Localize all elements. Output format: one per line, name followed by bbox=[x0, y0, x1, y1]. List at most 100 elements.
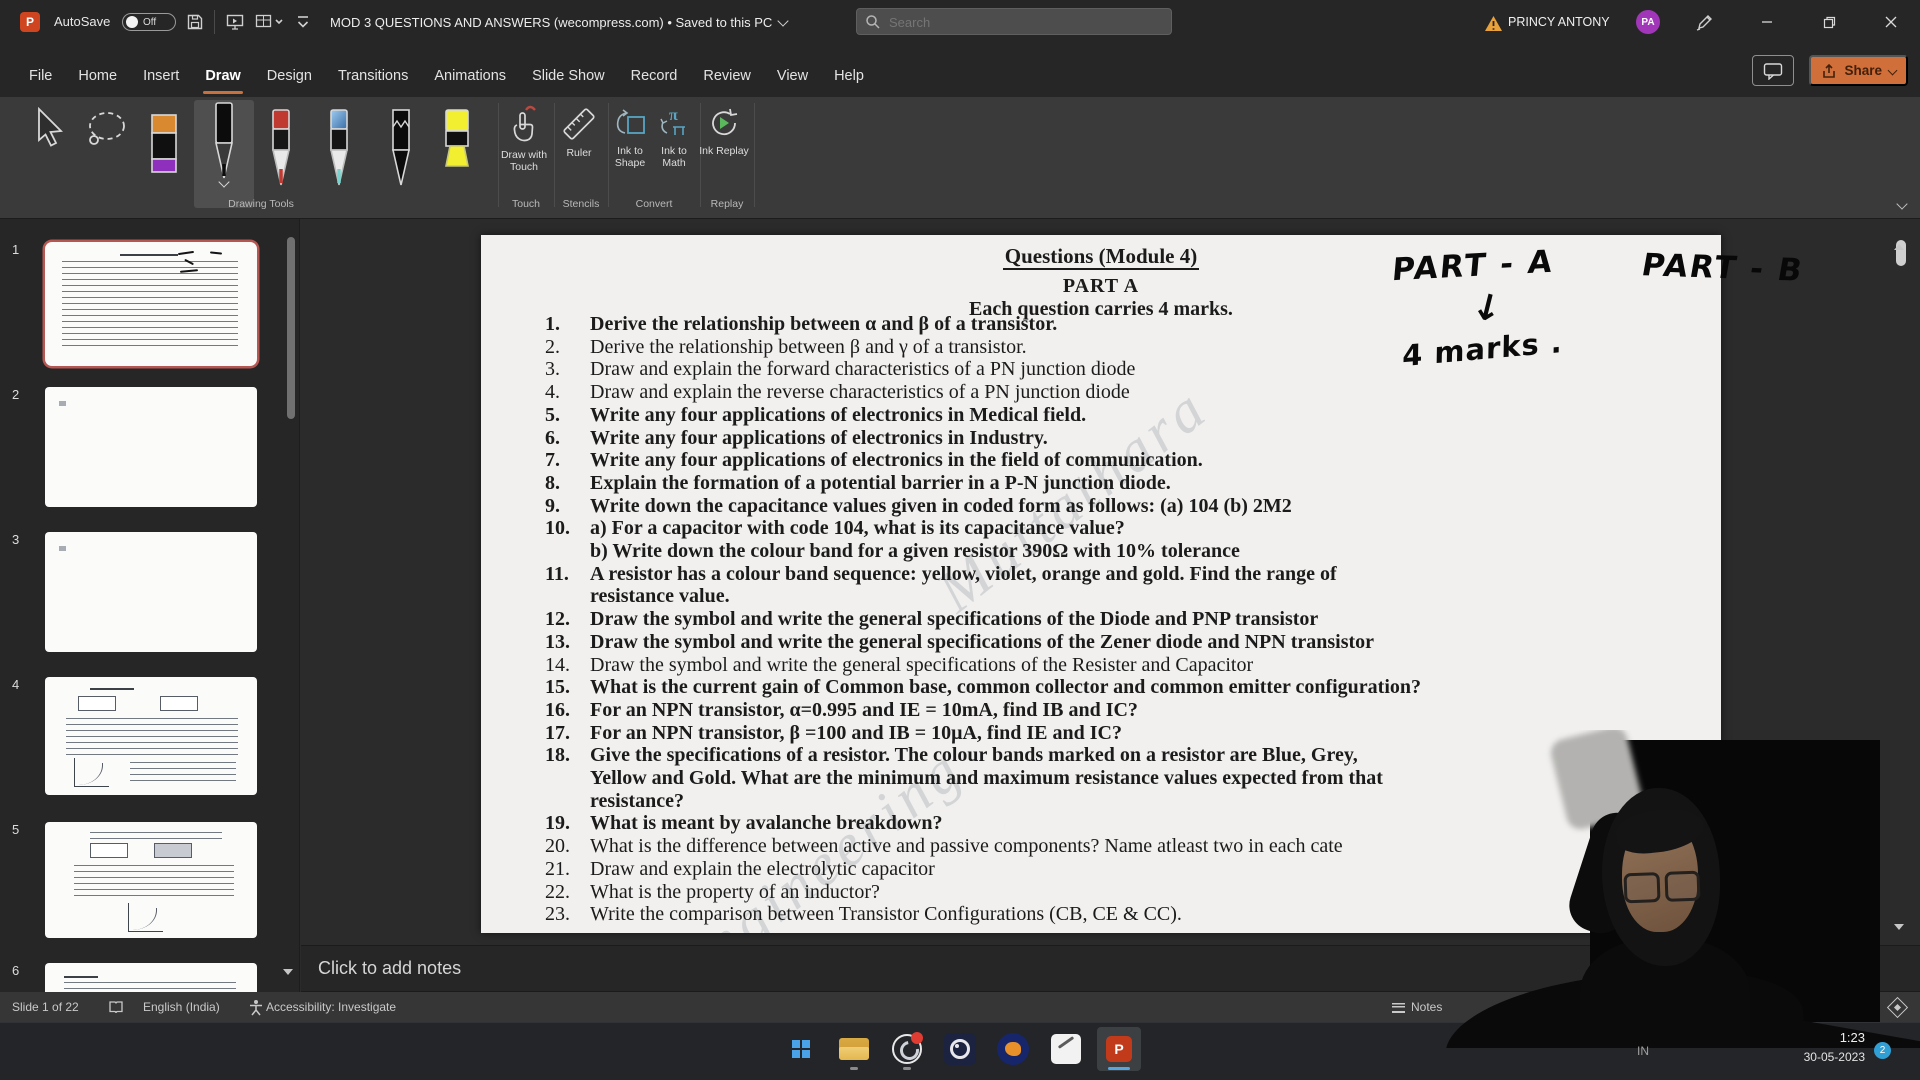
ruler-button[interactable]: Ruler bbox=[554, 105, 604, 159]
thumbnail-panel-scrollbar[interactable] bbox=[287, 237, 295, 419]
start-presentation-button[interactable] bbox=[224, 12, 246, 32]
quick-access-tool-button[interactable] bbox=[254, 12, 284, 32]
question-list: 1. Derive the relationship between α and… bbox=[545, 313, 1721, 926]
search-input[interactable] bbox=[887, 9, 1161, 36]
collapse-ribbon-button[interactable] bbox=[1898, 195, 1906, 213]
whiteboard-app-icon[interactable] bbox=[1044, 1027, 1088, 1071]
restore-button[interactable] bbox=[1804, 0, 1854, 44]
document-title[interactable]: MOD 3 QUESTIONS AND ANSWERS (wecompress.… bbox=[330, 0, 787, 44]
file-explorer-icon[interactable] bbox=[832, 1027, 876, 1071]
pen-red-tool[interactable] bbox=[268, 107, 294, 189]
thumbnail-preview bbox=[50, 537, 252, 647]
autosave-toggle[interactable]: Off bbox=[122, 13, 176, 31]
question-text: What is the property of an inductor? bbox=[590, 881, 880, 904]
webcam-app-icon[interactable] bbox=[938, 1027, 982, 1071]
accessibility-status[interactable]: Accessibility: Investigate bbox=[266, 992, 396, 1022]
close-button[interactable] bbox=[1866, 0, 1916, 44]
spellcheck-icon[interactable] bbox=[108, 992, 124, 1022]
question-row: 19. What is meant by avalanche breakdown… bbox=[545, 812, 1721, 835]
pencil-tool[interactable] bbox=[388, 107, 414, 189]
question-text: A resistor has a colour band sequence: y… bbox=[590, 563, 1337, 586]
question-number: 7. bbox=[545, 449, 590, 472]
menu-tab[interactable]: Design bbox=[254, 59, 325, 97]
start-button[interactable] bbox=[779, 1027, 823, 1071]
ink-replay-icon bbox=[706, 105, 742, 141]
slide-thumbnail-2[interactable] bbox=[45, 387, 257, 507]
menu-tab[interactable]: Review bbox=[690, 59, 764, 97]
eraser-tool[interactable] bbox=[148, 113, 180, 177]
menu-tab[interactable]: Home bbox=[65, 59, 130, 97]
media-app-icon[interactable] bbox=[991, 1027, 1035, 1071]
question-row: 10. a) For a capacitor with code 104, wh… bbox=[545, 517, 1721, 540]
menu-tab[interactable]: Record bbox=[618, 59, 691, 97]
question-row: 7. Write any four applications of electr… bbox=[545, 449, 1721, 472]
ink-to-math-button[interactable]: π Ink to Math bbox=[652, 105, 696, 169]
question-text: Draw and explain the reverse characteris… bbox=[590, 381, 1130, 404]
zoom-level[interactable]: 78% bbox=[1850, 992, 1874, 1022]
question-row: 16. For an NPN transistor, α=0.995 and I… bbox=[545, 699, 1721, 722]
question-text: Draw the symbol and write the general sp… bbox=[590, 631, 1374, 654]
notes-pane[interactable]: Click to add notes bbox=[301, 945, 1920, 992]
question-text: Give the specifications of a resistor. T… bbox=[590, 744, 1358, 767]
question-row: 12. Draw the symbol and write the genera… bbox=[545, 608, 1721, 631]
highlighter-tool[interactable] bbox=[442, 107, 472, 189]
zoom-out-button[interactable]: − bbox=[1798, 992, 1807, 1022]
comments-button[interactable] bbox=[1752, 55, 1794, 86]
question-number: 12. bbox=[545, 608, 590, 631]
pen-galaxy-tool[interactable] bbox=[326, 107, 352, 189]
thumbnail-scroll-down-button[interactable] bbox=[283, 975, 293, 992]
fit-slide-to-window-button[interactable] bbox=[1890, 992, 1905, 1022]
language-status[interactable]: English (India) bbox=[143, 992, 220, 1022]
question-row: Yellow and Gold. What are the minimum an… bbox=[545, 767, 1721, 790]
customize-quick-access-toolbar-button[interactable] bbox=[292, 12, 314, 32]
tray-clock-time[interactable]: 1:23 bbox=[1807, 1030, 1865, 1045]
slide-counter[interactable]: Slide 1 of 22 bbox=[12, 992, 79, 1022]
ink-replay-button[interactable]: Ink Replay bbox=[698, 105, 750, 157]
question-row: 23. Write the comparison between Transis… bbox=[545, 903, 1721, 926]
warning-icon[interactable] bbox=[1482, 13, 1504, 33]
slide-thumbnail-5[interactable] bbox=[45, 822, 257, 938]
tray-language-indicator[interactable]: IN bbox=[1637, 1044, 1649, 1058]
share-button[interactable]: Share bbox=[1809, 55, 1908, 86]
pen-black-tool[interactable] bbox=[194, 100, 254, 208]
group-label-convert: Convert bbox=[608, 198, 700, 210]
menu-tab[interactable]: Animations bbox=[421, 59, 519, 97]
user-name[interactable]: PRINCY ANTONY bbox=[1508, 0, 1610, 44]
menu-tab[interactable]: Slide Show bbox=[519, 59, 618, 97]
menu-tab[interactable]: Transitions bbox=[325, 59, 421, 97]
save-button[interactable] bbox=[184, 12, 206, 32]
question-text: For an NPN transistor, β =100 and IB = 1… bbox=[590, 722, 1122, 745]
notes-toggle-button[interactable]: Notes bbox=[1392, 992, 1442, 1022]
inking-mode-icon[interactable] bbox=[1694, 12, 1716, 32]
scroll-down-button[interactable] bbox=[1894, 930, 1904, 948]
thumbnail-preview bbox=[50, 968, 252, 992]
ink-to-shape-button[interactable]: Ink to Shape bbox=[606, 105, 654, 169]
autosave-state: Off bbox=[143, 17, 156, 28]
minimize-button[interactable] bbox=[1742, 0, 1792, 44]
tray-clock-date[interactable]: 30-05-2023 bbox=[1793, 1050, 1865, 1064]
zoom-in-button[interactable]: + bbox=[1818, 992, 1827, 1022]
slide-thumbnail-1[interactable] bbox=[45, 242, 257, 366]
lasso-select-tool[interactable] bbox=[84, 107, 130, 153]
powerpoint-taskbar-icon[interactable]: P bbox=[1097, 1027, 1141, 1071]
question-row: 17. For an NPN transistor, β =100 and IB… bbox=[545, 722, 1721, 745]
menu-tab[interactable]: Help bbox=[821, 59, 877, 97]
scroll-up-button[interactable] bbox=[1894, 227, 1904, 245]
menu-tab[interactable]: View bbox=[764, 59, 821, 97]
menu-tab[interactable]: Insert bbox=[130, 59, 192, 97]
search-box[interactable] bbox=[856, 8, 1172, 35]
slide-thumbnail-6[interactable] bbox=[45, 963, 257, 992]
share-label: Share bbox=[1844, 63, 1882, 78]
accessibility-icon[interactable] bbox=[248, 992, 264, 1022]
select-tool[interactable] bbox=[32, 107, 68, 149]
slide-thumbnail-3[interactable] bbox=[45, 532, 257, 652]
question-row: 5. Write any four applications of electr… bbox=[545, 404, 1721, 427]
avatar[interactable]: PA bbox=[1636, 10, 1660, 34]
question-row: 14. Draw the symbol and write the genera… bbox=[545, 654, 1721, 677]
menu-tab[interactable]: File bbox=[16, 59, 65, 97]
draw-with-touch-button[interactable]: Draw with Touch bbox=[496, 105, 552, 173]
menu-tab[interactable]: Draw bbox=[192, 59, 253, 97]
notification-badge[interactable]: 2 bbox=[1874, 1042, 1891, 1059]
slide-thumbnail-4[interactable] bbox=[45, 677, 257, 795]
obs-studio-icon[interactable] bbox=[885, 1027, 929, 1071]
